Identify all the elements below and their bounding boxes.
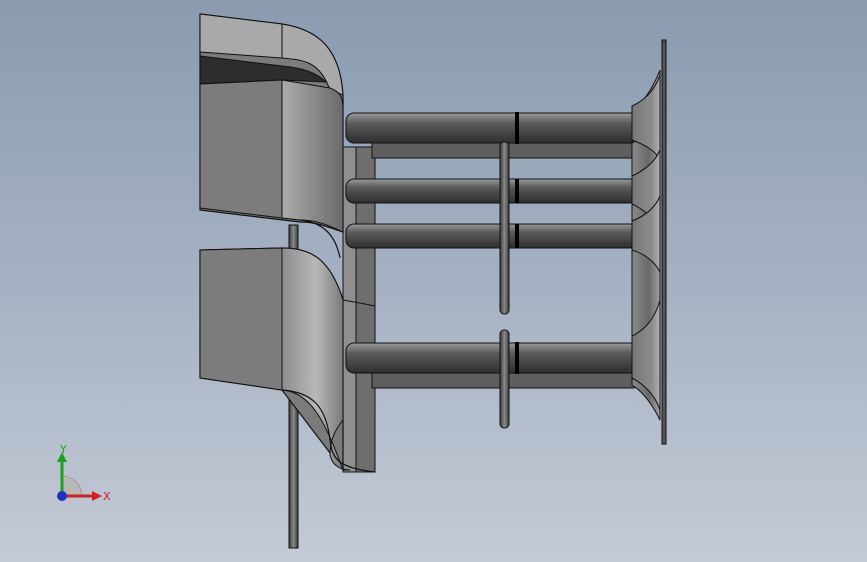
graphics-viewport[interactable]: Y X — [0, 0, 867, 562]
x-axis-arrow-icon — [92, 491, 102, 501]
link-rod-lower — [499, 329, 510, 429]
cad-model[interactable] — [0, 0, 867, 562]
coordinate-triad: Y X — [57, 443, 111, 503]
upper-housing — [199, 13, 344, 259]
x-axis-label: X — [103, 490, 111, 503]
y-axis-label: Y — [59, 443, 67, 456]
link-rod-upper — [499, 141, 510, 315]
z-axis-dot-icon — [57, 491, 67, 501]
